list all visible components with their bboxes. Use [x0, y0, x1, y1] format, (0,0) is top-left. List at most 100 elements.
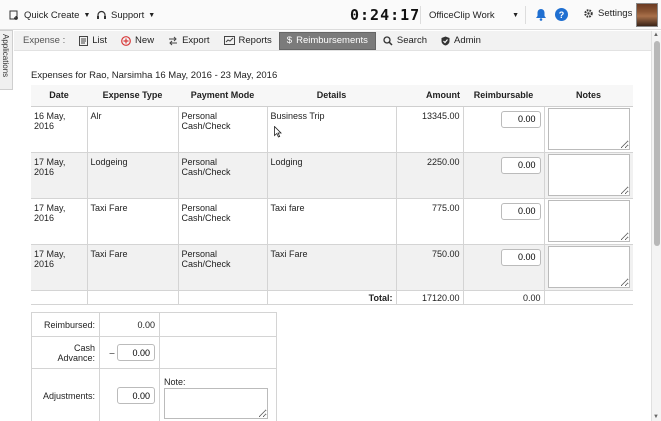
date-cell: 17 May, 2016 [31, 152, 88, 199]
notes-cell [544, 152, 633, 199]
reimbursements-label: Reimbursements [296, 35, 368, 46]
payment-mode-cell: Personal Cash/Check [178, 198, 268, 245]
notes-textarea[interactable] [547, 245, 630, 288]
admin-button[interactable]: Admin [434, 31, 488, 51]
adjustments-input[interactable] [117, 387, 155, 404]
reimbursable-cell [463, 152, 545, 199]
column-header-details[interactable]: Details [267, 85, 396, 107]
expense-table: Date Expense Type Payment Mode Details A… [31, 85, 633, 305]
reimbursable-cell [463, 198, 545, 245]
quick-create-icon [9, 10, 18, 20]
scrollbar-thumb[interactable] [654, 41, 660, 246]
quick-create-menu[interactable]: Quick Create ▼ [9, 8, 90, 22]
cash-advance-label: Cash Advance: [31, 336, 100, 369]
expense-toolbar: Expense : List New Export Reports $ Reim… [14, 31, 651, 51]
reports-button[interactable]: Reports [217, 31, 279, 51]
notification-bell-icon[interactable] [535, 8, 547, 21]
amount-cell: 750.00 [396, 244, 464, 291]
expense-type-cell: Taxi Fare [87, 198, 179, 245]
search-button[interactable]: Search [376, 31, 434, 51]
table-row: 16 May, 2016 Alr Personal Cash/Check Bus… [31, 106, 633, 153]
help-icon[interactable]: ? [555, 8, 568, 21]
adjustments-label: Adjustments: [31, 368, 100, 421]
chevron-down-icon: ▼ [512, 11, 519, 19]
list-label: List [92, 35, 108, 46]
table-row: 17 May, 2016 Taxi Fare Personal Cash/Che… [31, 198, 633, 245]
document-icon [79, 35, 89, 46]
vertical-scrollbar[interactable]: ▲ ▼ [651, 31, 661, 421]
chevron-down-icon: ▼ [83, 11, 91, 19]
notes-cell [544, 198, 633, 245]
expense-type-cell: Alr [87, 106, 179, 153]
support-menu[interactable]: Support ▼ [96, 8, 155, 22]
notes-textarea[interactable] [547, 199, 630, 242]
applications-side-tab[interactable]: Applications [0, 30, 13, 90]
adjustment-note-textarea[interactable] [164, 388, 268, 419]
total-row: Total: 17120.00 0.00 [31, 290, 633, 305]
date-cell: 17 May, 2016 [31, 244, 88, 291]
applications-tab-label: Applications [1, 34, 10, 78]
page-title: Expenses for Rao, Narsimha 16 May, 2016 … [31, 70, 278, 81]
payment-mode-cell: Personal Cash/Check [178, 244, 268, 291]
expense-type-cell: Lodgeing [87, 152, 179, 199]
notes-cell [544, 244, 633, 291]
quick-create-label: Quick Create [24, 9, 80, 21]
reimbursable-input[interactable] [500, 110, 541, 128]
search-label: Search [396, 35, 428, 46]
details-cell: Taxi fare [267, 198, 397, 245]
column-header-payment-mode[interactable]: Payment Mode [178, 85, 267, 107]
list-button[interactable]: List [72, 31, 114, 51]
column-header-notes[interactable]: Notes [544, 85, 633, 107]
column-header-date[interactable]: Date [31, 85, 87, 107]
total-reimbursable: 0.00 [463, 290, 545, 305]
settings-button[interactable]: Settings [583, 8, 632, 19]
reports-label: Reports [238, 35, 272, 46]
reimbursement-summary: Reimbursed: 0.00 Cash Advance: – Adjustm… [31, 312, 277, 421]
reimbursable-input[interactable] [500, 202, 541, 220]
amount-cell: 775.00 [396, 198, 464, 245]
reimbursable-input[interactable] [500, 156, 541, 174]
details-cell: Taxi Fare [267, 244, 397, 291]
date-cell: 17 May, 2016 [31, 198, 88, 245]
payment-mode-cell: Personal Cash/Check [178, 152, 268, 199]
admin-label: Admin [454, 35, 481, 46]
notes-textarea[interactable] [547, 153, 630, 196]
notes-textarea[interactable] [547, 107, 630, 150]
total-label: Total: [267, 290, 397, 305]
settings-label: Settings [598, 8, 633, 19]
new-label: New [135, 35, 155, 46]
add-circle-icon [121, 35, 131, 46]
new-button[interactable]: New [114, 31, 161, 51]
dollar-icon: $ [286, 35, 293, 46]
total-amount: 17120.00 [396, 290, 464, 305]
export-button[interactable]: Export [161, 31, 216, 51]
company-selector[interactable]: OfficeClip Work ▼ [420, 6, 526, 24]
details-cell: Lodging [267, 152, 397, 199]
date-cell: 16 May, 2016 [31, 106, 88, 153]
expense-type-cell: Taxi Fare [87, 244, 179, 291]
reimbursable-input[interactable] [500, 248, 541, 266]
top-bar: Quick Create ▼ Support ▼ 0:24:17 OfficeC… [0, 0, 661, 30]
amount-cell: 13345.00 [396, 106, 464, 153]
chevron-down-icon: ▼ [148, 11, 156, 19]
reimbursements-tab[interactable]: $ Reimbursements [278, 31, 376, 50]
column-header-expense-type[interactable]: Expense Type [87, 85, 178, 107]
payment-mode-cell: Personal Cash/Check [178, 106, 268, 153]
column-header-amount[interactable]: Amount [396, 85, 463, 107]
gear-icon [584, 9, 593, 18]
reimbursable-cell [463, 106, 545, 153]
table-row: 17 May, 2016 Lodgeing Personal Cash/Chec… [31, 152, 633, 199]
cash-advance-input[interactable] [117, 344, 155, 361]
scroll-up-arrow-icon[interactable]: ▲ [653, 32, 659, 38]
scroll-down-arrow-icon[interactable]: ▼ [653, 414, 659, 420]
company-label: OfficeClip Work [429, 9, 495, 21]
search-icon [383, 35, 393, 46]
export-arrows-icon [169, 36, 178, 45]
shield-check-icon [441, 36, 450, 45]
timer-clock[interactable]: 0:24:17 [350, 6, 420, 24]
notes-cell [544, 106, 633, 153]
column-header-reimbursable[interactable]: Reimbursable [463, 85, 544, 107]
reimbursed-row: Reimbursed: 0.00 [31, 312, 277, 337]
table-row: 17 May, 2016 Taxi Fare Personal Cash/Che… [31, 244, 633, 291]
user-avatar[interactable] [636, 3, 658, 27]
